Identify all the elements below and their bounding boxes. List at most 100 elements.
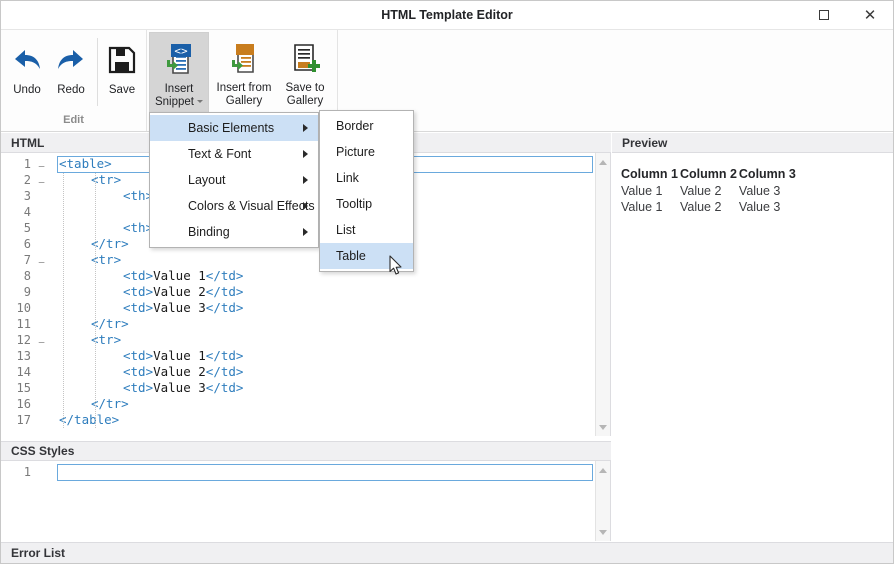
undo-arrow-icon [10, 38, 44, 82]
fold-toggle-icon[interactable]: − [37, 338, 46, 347]
preview-header-row: Column 1Column 2Column 3 [621, 167, 798, 183]
redo-button[interactable]: Redo [49, 34, 93, 114]
floppy-disk-icon [108, 38, 136, 82]
insert-snippet-menu[interactable]: Basic Elements Text & Font Layout Colors & … [149, 112, 319, 248]
css-scroll-up-arrow-icon[interactable] [596, 463, 610, 477]
line-number: 11 [1, 316, 31, 332]
line-number: 12 [1, 332, 31, 348]
submenu-item-picture[interactable]: Picture [320, 139, 413, 165]
submenu-item-link[interactable]: Link [320, 165, 413, 191]
insert-snippet-label: Insert Snippet [155, 83, 203, 109]
code-line[interactable]: 12−<tr> [1, 332, 610, 348]
line-number: 5 [1, 220, 31, 236]
code-line[interactable]: 10<td>Value 3</td> [1, 300, 610, 316]
css-code-line[interactable]: 1 [1, 464, 610, 480]
insert-snippet-icon: <> [162, 37, 196, 81]
code-line[interactable]: 17</table> [1, 412, 610, 428]
submenu-item-list[interactable]: List [320, 217, 413, 243]
css-scroll-down-arrow-icon[interactable] [596, 525, 610, 539]
line-number: 2 [1, 172, 31, 188]
preview-panel-body: Column 1Column 2Column 3 Value 1Value 2V… [612, 153, 894, 541]
submenu-item-label: Border [336, 119, 374, 133]
preview-table-cell: Value 1 [621, 183, 680, 199]
error-list-panel-header: Error List [1, 542, 894, 563]
line-number: 13 [1, 348, 31, 364]
preview-table-row: Value 1Value 2Value 3 [621, 183, 798, 199]
line-number: 6 [1, 236, 31, 252]
save-button[interactable]: Save [102, 34, 142, 114]
undo-button[interactable]: Undo [5, 34, 49, 114]
preview-column-header: Column 2 [680, 167, 739, 183]
undo-label: Undo [13, 84, 41, 97]
css-code-area[interactable]: 1 [1, 461, 610, 541]
code-line[interactable]: 11</tr> [1, 316, 610, 332]
menu-item-label: Binding [188, 225, 230, 239]
line-number: 10 [1, 300, 31, 316]
code-line[interactable]: 8 <td>Value 1</td> [1, 268, 610, 284]
code-line[interactable]: 15<td>Value 3</td> [1, 380, 610, 396]
redo-label: Redo [57, 84, 85, 97]
fold-toggle-icon[interactable]: − [37, 178, 46, 187]
submenu-item-label: Tooltip [336, 197, 372, 211]
menu-item-label: Layout [188, 173, 226, 187]
code-text: <td>Value 1</td> [123, 268, 243, 284]
preview-table: Column 1Column 2Column 3 Value 1Value 2V… [621, 167, 798, 215]
basic-elements-submenu[interactable]: Border Picture Link Tooltip List Table [319, 110, 414, 272]
line-number: 16 [1, 396, 31, 412]
menu-item-label: Basic Elements [188, 121, 274, 135]
menu-item-colors-visual-effects[interactable]: Colors & Visual Effects [150, 193, 318, 219]
line-number: 8 [1, 268, 31, 284]
insert-from-gallery-label-line1: Insert from [217, 82, 272, 94]
html-editor-scrollbar[interactable] [595, 153, 610, 436]
line-number: 7 [1, 252, 31, 268]
submenu-item-tooltip[interactable]: Tooltip [320, 191, 413, 217]
css-editor-scrollbar[interactable] [595, 461, 610, 541]
ribbon-toolbar: Undo Redo Save [1, 30, 893, 132]
line-number: 9 [1, 284, 31, 300]
ribbon-group-title-edit: Edit [1, 114, 146, 126]
close-button[interactable]: ✕ [847, 1, 893, 29]
html-template-editor-window: HTML Template Editor ✕ Undo Redo [0, 0, 894, 564]
maximize-button[interactable] [801, 1, 847, 29]
preview-column-header: Column 1 [621, 167, 680, 183]
code-text: <td>Value 3</td> [123, 380, 243, 396]
css-editor-body[interactable]: 1 [1, 461, 611, 541]
indent-guide [63, 172, 64, 428]
redo-arrow-icon [54, 38, 88, 82]
fold-toggle-icon[interactable]: − [37, 258, 46, 267]
title-bar: HTML Template Editor ✕ [1, 1, 893, 30]
submenu-item-table[interactable]: Table [320, 243, 413, 269]
submenu-item-label: Link [336, 171, 359, 185]
line-number: 14 [1, 364, 31, 380]
scroll-down-arrow-icon[interactable] [596, 420, 610, 434]
preview-table-cell: Value 3 [739, 199, 798, 215]
menu-item-layout[interactable]: Layout [150, 167, 318, 193]
code-line[interactable]: 9<td>Value 2</td> [1, 284, 610, 300]
line-number: 3 [1, 188, 31, 204]
preview-table-cell: Value 3 [739, 183, 798, 199]
fold-toggle-icon[interactable]: − [37, 162, 46, 171]
code-line[interactable]: 16 </tr> [1, 396, 610, 412]
code-line[interactable]: 7−<tr> [1, 252, 610, 268]
insert-from-gallery-button[interactable]: Insert from Gallery [211, 32, 277, 124]
chevron-right-icon [303, 176, 308, 184]
maximize-icon [819, 10, 829, 20]
code-line[interactable]: 14<td>Value 2</td> [1, 364, 610, 380]
code-text: </tr> [91, 396, 129, 412]
menu-item-basic-elements[interactable]: Basic Elements [150, 115, 318, 141]
save-to-gallery-label-line2: Gallery [287, 95, 323, 107]
submenu-item-border[interactable]: Border [320, 113, 413, 139]
menu-item-text-font[interactable]: Text & Font [150, 141, 318, 167]
preview-table-cell: Value 2 [680, 183, 739, 199]
submenu-item-label: Table [336, 249, 366, 263]
preview-table-row: Value 1Value 2Value 3 [621, 199, 798, 215]
submenu-item-label: Picture [336, 145, 375, 159]
chevron-right-icon [303, 228, 308, 236]
menu-item-label: Colors & Visual Effects [188, 199, 315, 213]
ribbon-separator-1 [97, 38, 98, 106]
chevron-down-icon[interactable] [197, 100, 203, 103]
line-number: 1 [1, 156, 31, 172]
code-line[interactable]: 13<td>Value 1</td> [1, 348, 610, 364]
scroll-up-arrow-icon[interactable] [596, 155, 610, 169]
menu-item-binding[interactable]: Binding [150, 219, 318, 245]
